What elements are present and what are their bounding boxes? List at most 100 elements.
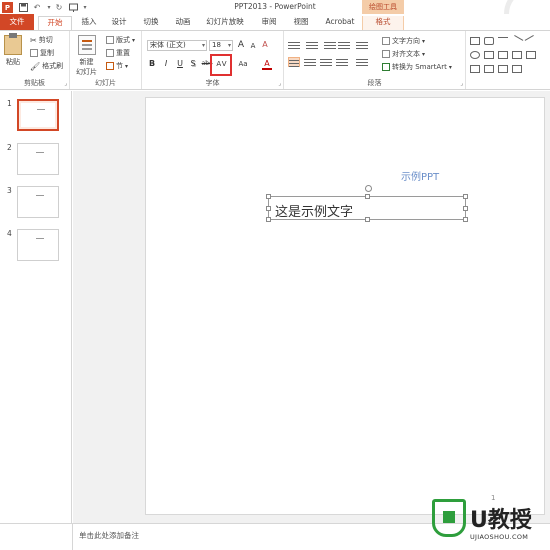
shape-star-icon[interactable]: [512, 51, 522, 59]
tab-file[interactable]: 文件: [0, 14, 34, 30]
shape-triangle-icon[interactable]: [484, 51, 494, 59]
shape-wave-icon[interactable]: [498, 65, 508, 73]
shrink-font-button[interactable]: A: [248, 41, 258, 51]
numbering-icon[interactable]: [306, 40, 318, 50]
underline-button[interactable]: U: [175, 59, 185, 69]
paste-label: 粘贴: [6, 58, 20, 66]
shape-arrow-icon[interactable]: [524, 35, 538, 47]
resize-handle-w[interactable]: [266, 206, 271, 211]
format-painter-button[interactable]: 🖌 格式刷: [30, 61, 63, 71]
scissors-icon: ✂: [30, 35, 37, 45]
tab-transitions[interactable]: 切换: [140, 16, 162, 30]
new-slide-button[interactable]: 新建 幻灯片: [76, 35, 97, 77]
ribbon: 粘贴 ✂ 剪切 复制 🖌 格式刷 剪贴板 ⌟ 新建 幻灯片 版式 ▾ 重置 节 …: [0, 30, 550, 90]
shape-line-icon[interactable]: [498, 37, 508, 45]
shape-oval-icon[interactable]: [470, 51, 480, 59]
shape-callout-icon[interactable]: [526, 51, 536, 59]
bold-button[interactable]: B: [147, 59, 157, 69]
align-text-button[interactable]: 对齐文本 ▾: [382, 49, 425, 59]
shape-diagonal-icon[interactable]: [510, 35, 524, 47]
smartart-button[interactable]: 转换为 SmartArt ▾: [382, 62, 452, 72]
resize-handle-ne[interactable]: [463, 194, 468, 199]
text-direction-button[interactable]: 文字方向 ▾: [382, 36, 425, 46]
font-name-value: 宋体 (正文): [150, 41, 186, 49]
layout-dropdown-icon: ▾: [132, 36, 136, 44]
shadow-button[interactable]: S: [188, 59, 198, 69]
slide-canvas[interactable]: 示例PPT 这是示例文字 1: [145, 97, 545, 515]
italic-button[interactable]: I: [161, 59, 171, 69]
status-left-area: [0, 523, 73, 550]
section-button[interactable]: 节 ▾: [106, 61, 128, 71]
slide-thumb-3[interactable]: [17, 186, 59, 218]
paste-icon: [4, 33, 22, 55]
resize-handle-nw[interactable]: [266, 194, 271, 199]
resize-handle-se[interactable]: [463, 217, 468, 222]
shape-rectangle-icon[interactable]: [470, 37, 480, 45]
font-size-select[interactable]: 18 ▾: [209, 40, 233, 51]
cut-label: 剪切: [38, 36, 53, 44]
increase-indent-icon[interactable]: [338, 40, 350, 50]
justify-icon[interactable]: [336, 57, 348, 67]
font-name-dropdown-icon: ▾: [201, 42, 205, 49]
text-box-content[interactable]: 这是示例文字: [275, 201, 353, 220]
slide-thumb-number: 3: [7, 186, 12, 195]
slide-thumb-1[interactable]: [17, 99, 59, 131]
reset-button[interactable]: 重置: [106, 48, 130, 58]
tab-view[interactable]: 视图: [290, 16, 312, 30]
watermark-brand: U教授: [470, 508, 532, 533]
shape-curve-icon[interactable]: [484, 65, 494, 73]
notes-placeholder[interactable]: 单击此处添加备注: [79, 530, 139, 541]
bullets-icon[interactable]: [288, 40, 300, 50]
shape-rounded-rect-icon[interactable]: [484, 37, 494, 45]
rotate-handle[interactable]: [365, 185, 372, 192]
columns-icon[interactable]: [356, 57, 368, 67]
shape-right-arrow-icon[interactable]: [498, 51, 508, 59]
grow-font-button[interactable]: A: [236, 40, 246, 50]
clear-formatting-button[interactable]: A: [260, 40, 270, 50]
align-text-dropdown-icon: ▾: [422, 50, 426, 58]
align-right-icon[interactable]: [320, 57, 332, 67]
slide-thumb-4[interactable]: [17, 229, 59, 261]
shape-bracket-icon[interactable]: [512, 65, 522, 73]
slide-thumb-number: 1: [7, 99, 12, 108]
new-slide-label-2: 幻灯片: [76, 68, 97, 76]
shape-brace-icon[interactable]: [470, 65, 480, 73]
tab-design[interactable]: 设计: [108, 16, 130, 30]
tab-home[interactable]: 开始: [38, 16, 72, 31]
resize-handle-sw[interactable]: [266, 217, 271, 222]
font-name-select[interactable]: 宋体 (正文) ▾: [147, 40, 207, 51]
layout-label: 版式: [116, 36, 130, 44]
resize-handle-n[interactable]: [365, 194, 370, 199]
tab-insert[interactable]: 插入: [78, 16, 100, 30]
line-spacing-icon[interactable]: [356, 40, 368, 50]
tab-acrobat[interactable]: Acrobat: [323, 16, 357, 30]
resize-handle-e[interactable]: [463, 206, 468, 211]
change-case-button[interactable]: Aa: [236, 59, 250, 69]
tab-format[interactable]: 格式: [362, 16, 404, 30]
drawing-shapes-group: [466, 31, 550, 89]
slide-title-text[interactable]: 示例PPT: [401, 168, 439, 183]
font-color-button[interactable]: A: [262, 59, 272, 70]
tab-review[interactable]: 审阅: [258, 16, 280, 30]
tab-slideshow[interactable]: 幻灯片放映: [205, 16, 245, 30]
align-left-icon[interactable]: [288, 57, 300, 67]
paste-button[interactable]: 粘贴: [4, 33, 22, 67]
font-size-value: 18: [212, 41, 221, 49]
ribbon-tabs: 文件 开始 插入 设计 切换 动画 幻灯片放映 审阅 视图 Acrobat 格式: [0, 14, 550, 31]
font-launcher-icon[interactable]: ⌟: [278, 80, 281, 87]
slide-thumb-number: 2: [7, 143, 12, 152]
selected-text-box[interactable]: 这是示例文字: [266, 185, 468, 222]
slide-thumb-2[interactable]: [17, 143, 59, 175]
layout-button[interactable]: 版式 ▾: [106, 35, 135, 45]
clipboard-launcher-icon[interactable]: ⌟: [64, 80, 67, 87]
cut-button[interactable]: ✂ 剪切: [30, 35, 53, 45]
decrease-indent-icon[interactable]: [324, 40, 336, 50]
resize-handle-s[interactable]: [365, 217, 370, 222]
reset-label: 重置: [116, 49, 130, 57]
tab-animations[interactable]: 动画: [172, 16, 194, 30]
paragraph-launcher-icon[interactable]: ⌟: [460, 80, 463, 87]
font-size-dropdown-icon: ▾: [227, 42, 231, 49]
align-center-icon[interactable]: [304, 57, 316, 67]
smartart-icon: [382, 63, 390, 71]
copy-button[interactable]: 复制: [30, 48, 54, 58]
